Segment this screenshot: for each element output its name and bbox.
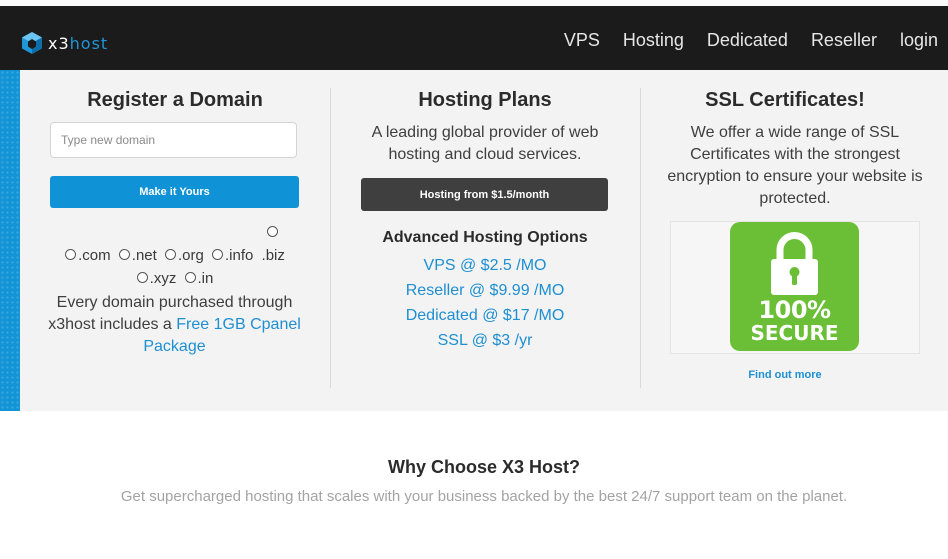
hosting-plans-title: Hosting Plans — [418, 89, 552, 111]
padlock-icon — [771, 232, 818, 295]
secure-badge: 100% SECURE — [730, 222, 859, 351]
ssl-description: We offer a wide range of SSL Certificate… — [667, 124, 923, 207]
advanced-options-heading: Advanced Hosting Options — [382, 229, 588, 246]
tld-option-com[interactable]: .com — [65, 244, 111, 267]
make-it-yours-button[interactable]: Make it Yours — [50, 176, 299, 208]
left-accent-stripe — [0, 70, 20, 411]
radio-icon — [212, 249, 224, 260]
radio-icon — [184, 272, 196, 283]
tld-options: .com .net .org .info .biz .xyz .in — [50, 221, 300, 290]
nav-item-vps[interactable]: VPS — [564, 30, 600, 51]
dedicated-plan-link[interactable]: Dedicated @ $17 /MO — [330, 307, 640, 325]
radio-icon — [136, 272, 148, 283]
nav-item-login[interactable]: login — [900, 30, 938, 51]
hosting-description: A leading global provider of web hosting… — [371, 124, 599, 163]
why-choose-title: Why Choose X3 Host? — [387, 457, 580, 477]
nav-menu: VPS Hosting Dedicated Reseller login — [541, 30, 938, 51]
domain-promo-text: Every domain purchased through x3host in… — [48, 294, 301, 355]
radio-icon — [118, 249, 130, 260]
tld-option-info[interactable]: .info — [212, 244, 253, 267]
radio-icon — [65, 249, 77, 260]
ssl-certificates-title: SSL Certificates! — [705, 89, 865, 111]
brand-name: x3host — [48, 33, 109, 53]
domain-search-input[interactable] — [50, 122, 297, 158]
register-domain-title: Register a Domain — [87, 89, 263, 111]
vps-plan-link[interactable]: VPS @ $2.5 /MO — [330, 257, 640, 275]
reseller-plan-link[interactable]: Reseller @ $9.99 /MO — [330, 282, 640, 300]
tld-option-xyz[interactable]: .xyz — [136, 267, 176, 290]
hosting-price-button[interactable]: Hosting from $1.5/month — [361, 178, 608, 211]
find-out-more-link[interactable]: Find out more — [670, 369, 900, 381]
why-choose-subtitle: Get supercharged hosting that scales wit… — [120, 488, 848, 505]
brand-logo[interactable]: x3host — [20, 31, 108, 55]
nav-item-hosting[interactable]: Hosting — [623, 30, 684, 51]
nav-item-dedicated[interactable]: Dedicated — [707, 30, 788, 51]
tld-option-biz[interactable]: .biz — [262, 221, 285, 267]
badge-secure-text: SECURE — [750, 321, 839, 345]
radio-icon — [266, 226, 278, 237]
cube-logo-icon — [22, 32, 42, 54]
tld-option-net[interactable]: .net — [118, 244, 157, 267]
ssl-plan-link[interactable]: SSL @ $3 /yr — [330, 332, 640, 350]
tld-option-org[interactable]: .org — [164, 244, 204, 267]
column-divider — [640, 88, 641, 388]
tld-option-in[interactable]: .in — [184, 267, 213, 290]
badge-percent-text: 100% — [758, 296, 831, 324]
nav-item-reseller[interactable]: Reseller — [811, 30, 877, 51]
top-navbar: x3host VPS Hosting Dedicated Reseller lo… — [0, 6, 948, 70]
radio-icon — [164, 249, 176, 260]
